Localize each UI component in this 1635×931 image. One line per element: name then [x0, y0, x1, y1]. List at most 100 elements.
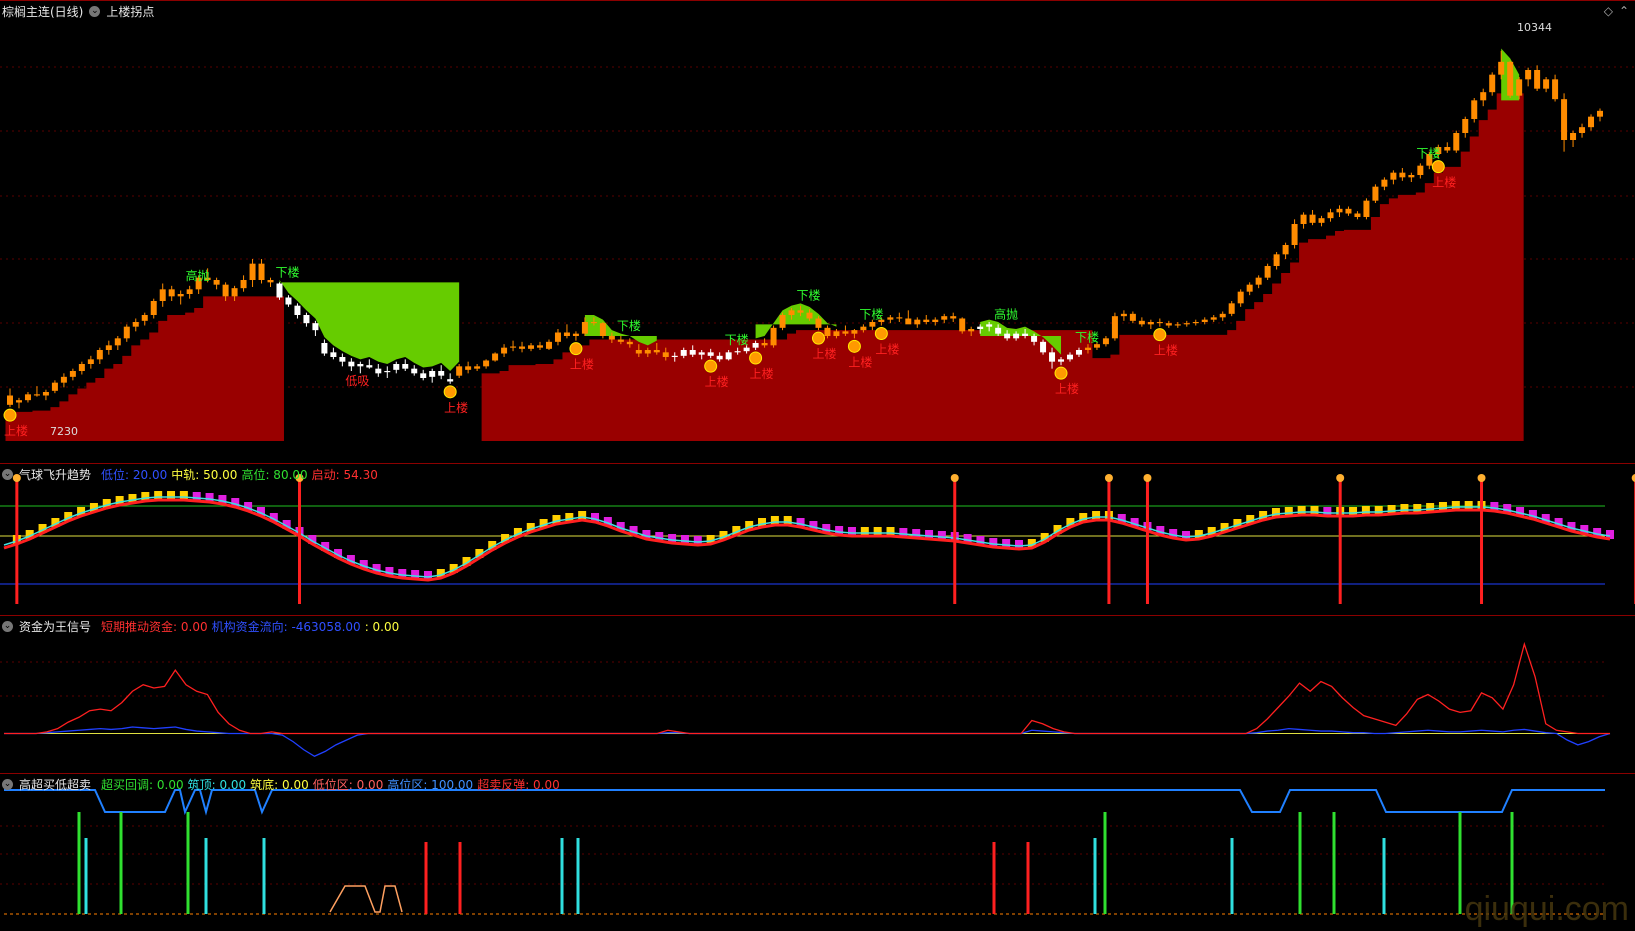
up-signal-label: 上楼 [705, 374, 729, 389]
candle-body [1075, 350, 1082, 355]
candle-body [1022, 333, 1029, 336]
candle-body [734, 351, 741, 353]
candle-body [1264, 266, 1271, 278]
candle-body [1309, 214, 1316, 223]
up-signal-label: 上楼 [1055, 381, 1079, 396]
low-price-label: 7230 [50, 425, 78, 438]
indicator-value-label: 筑底: 0.00 [250, 777, 309, 792]
candle-body [779, 315, 786, 328]
candle-body [995, 327, 1002, 334]
up-signal-icon [569, 342, 583, 356]
candle-body [330, 352, 337, 357]
candle-body [851, 330, 858, 334]
candle-body [420, 373, 427, 378]
candle-body [447, 379, 454, 382]
up-signal-icon [811, 331, 825, 345]
candle-body [977, 326, 984, 329]
candle-body [537, 345, 543, 348]
candle-body [267, 280, 274, 283]
candle-body [384, 371, 391, 373]
candle-body [1192, 322, 1199, 324]
up-signal-icon [443, 385, 457, 399]
main-chart-panel[interactable]: 棕榈主连(日线) ⌄ 上楼拐点 ◇ ⌃ 上楼 上楼 上楼 上楼 上楼 上楼 上楼 上楼 上楼 上楼… [0, 0, 1635, 444]
candle-body [7, 395, 13, 405]
candle-body [1093, 344, 1100, 348]
candle-body [249, 263, 256, 280]
candle-body [438, 371, 445, 376]
up-signal-label: 上楼 [750, 366, 774, 381]
high-sell-label: 高抛 [994, 306, 1018, 321]
candle-body [141, 315, 148, 321]
indicator-value-label: 启动: 54.30 [311, 467, 378, 482]
capital-signal-svg [0, 641, 1611, 757]
candle-body [581, 322, 588, 334]
candle-body [644, 350, 651, 354]
chevron-up-icon[interactable]: ⌃ [1619, 4, 1629, 18]
candle-body [590, 322, 597, 324]
candle-body [815, 318, 822, 328]
candle-body [824, 327, 831, 336]
candle-body [1480, 92, 1487, 101]
candle-body [1084, 347, 1091, 350]
candle-body [168, 289, 175, 297]
chevron-down-icon[interactable]: ⌄ [89, 5, 101, 17]
candle-body [132, 322, 139, 327]
candle-body [123, 326, 130, 339]
candle-body [96, 350, 103, 360]
balloon-trend-svg [0, 474, 1635, 604]
watermark: qiuqui.com [1464, 890, 1629, 928]
chevron-down-icon[interactable]: ⌄ [2, 778, 13, 790]
down-signal-label: 下楼 [797, 288, 821, 303]
candle-body [1004, 333, 1011, 339]
candle-body [950, 316, 957, 319]
candle-body [159, 289, 166, 301]
candle-body [1219, 313, 1226, 318]
candle-body [294, 305, 301, 315]
indicator-value-label: : 0.00 [364, 619, 400, 634]
low-buy-label: 低吸 [345, 374, 369, 388]
up-signal-icon [1153, 328, 1167, 342]
balloon-trend-panel[interactable]: ⌄ 气球飞升趋势 低位: 20.00 中轨: 50.00 高位: 80.00 启动: … [0, 463, 1635, 614]
candle-body [1246, 284, 1253, 292]
candle-body [375, 368, 382, 374]
candle-body [1417, 165, 1424, 175]
candle-body [887, 317, 894, 320]
candle-body [698, 352, 705, 355]
candle-body [1049, 352, 1056, 362]
candle-body [1102, 338, 1109, 345]
candle-body [177, 294, 184, 297]
capital-signal-panel[interactable]: ⌄ 资金为王信号 短期推动资金: 0.00 机构资金流向: -463058.00:… [0, 615, 1635, 772]
candle-body [519, 346, 526, 349]
candle-body [492, 353, 499, 361]
candle-body [1588, 116, 1595, 128]
candle-body [465, 366, 472, 370]
balloon-icon [1104, 474, 1113, 482]
candle-body [1237, 291, 1244, 304]
up-signal-label: 上楼 [1432, 175, 1456, 190]
indicator-value-label: 高位: 80.00 [241, 467, 308, 482]
indicator-value-label: 低位: 20.00 [101, 467, 168, 482]
indicator-value-label: 筑顶: 0.00 [187, 777, 247, 792]
candle-body [662, 352, 669, 357]
up-signal-label: 上楼 [848, 354, 872, 369]
candle-body [1138, 320, 1145, 325]
candle-body [222, 284, 229, 297]
candle-body [510, 346, 517, 348]
candle-body [60, 376, 67, 383]
up-signal-label: 上楼 [1154, 343, 1178, 358]
chevron-down-icon[interactable]: ⌄ [2, 620, 13, 632]
candle-body [1183, 323, 1190, 325]
diamond-icon[interactable]: ◇ [1604, 4, 1613, 18]
candle-body [1120, 313, 1127, 317]
candle-body [932, 319, 939, 322]
candle-body [1507, 61, 1514, 96]
candle-body [653, 350, 660, 353]
candle-body [923, 319, 930, 322]
support-staircase [481, 352, 581, 441]
candle-body [69, 371, 76, 377]
candle-body [626, 341, 633, 345]
chevron-down-icon[interactable]: ⌄ [2, 468, 13, 480]
main-indicator-name[interactable]: 上楼拐点 [106, 3, 154, 20]
overbought-oversold-panel[interactable]: ⌄ 高超买低超卖 超买回调: 0.00 筑顶: 0.00 筑底: 0.00 低位区: … [0, 773, 1635, 931]
candle-body [1013, 333, 1020, 339]
